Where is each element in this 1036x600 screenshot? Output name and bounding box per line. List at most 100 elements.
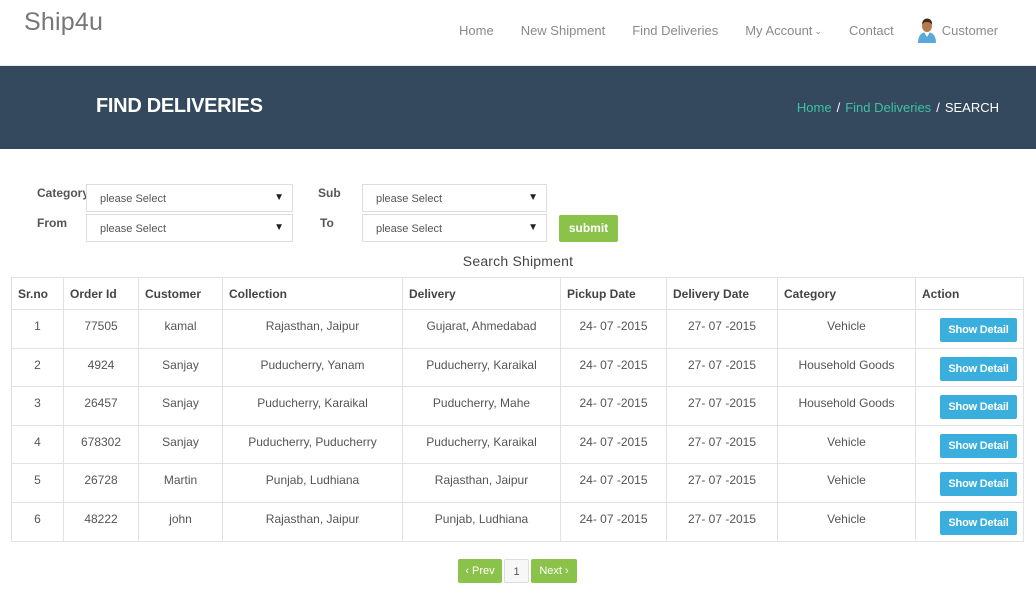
cell-collection: Puducherry, Karaikal: [222, 386, 403, 426]
cell-delivery: Puducherry, Karaikal: [402, 347, 561, 388]
cell-delivery: Puducherry, Mahe: [402, 386, 561, 426]
table-row: 1 77505 kamal Rajasthan, Jaipur Gujarat, Ahm…: [11, 309, 1024, 349]
cell-collection: Rajasthan, Jaipur: [222, 501, 403, 542]
page-number-current[interactable]: 1: [504, 559, 529, 583]
results-title: Search Shipment: [0, 253, 1036, 269]
cell-sr-no: 5: [11, 463, 64, 503]
from-select[interactable]: please Select ▼: [86, 214, 293, 242]
cell-delivery-date: 27- 07 -2015: [666, 347, 778, 388]
cell-pickup-date: 24- 07 -2015: [560, 386, 667, 426]
cell-sr-no: 1: [11, 309, 64, 349]
cell-collection: Punjab, Ludhiana: [222, 463, 403, 503]
cell-order-id: 26457: [63, 386, 139, 426]
cell-action: Show Detail: [915, 424, 1024, 465]
page-title: FIND DELIVERIES: [96, 95, 263, 117]
category-label: Category: [37, 186, 90, 200]
col-collection: Collection: [222, 277, 403, 310]
to-select[interactable]: please Select ▼: [362, 214, 547, 242]
cell-action: Show Detail: [915, 501, 1024, 542]
cell-pickup-date: 24- 07 -2015: [560, 309, 667, 349]
nav-my-account-label: My Account: [745, 22, 813, 38]
cell-action: Show Detail: [915, 347, 1024, 388]
cell-delivery-date: 27- 07 -2015: [666, 424, 778, 465]
show-detail-button[interactable]: Show Detail: [940, 356, 1017, 381]
cell-category: Vehicle: [777, 463, 916, 503]
results-title-text: Search Shipment: [462, 253, 574, 269]
cell-category: Vehicle: [777, 309, 916, 349]
next-page-button[interactable]: Next ›: [531, 559, 577, 583]
col-pickup-date: Pickup Date: [560, 277, 667, 310]
table-body: 1 77505 kamal Rajasthan, Jaipur Gujarat, Ahm…: [11, 309, 1024, 542]
cell-customer: Martin: [138, 463, 223, 503]
cell-category: Household Goods: [777, 347, 916, 388]
show-detail-button[interactable]: Show Detail: [940, 318, 1017, 342]
col-sr-no: Sr.no: [11, 277, 64, 310]
cell-collection: Puducherry, Yanam: [222, 347, 403, 388]
cell-delivery: Rajasthan, Jaipur: [402, 463, 561, 503]
shipments-table: Sr.no Order Id Customer Collection Deliv…: [11, 277, 1024, 542]
top-navbar: Ship4u Home New Shipment Find Deliveries…: [0, 0, 1036, 66]
table-row: 4 678302 Sanjay Puducherry, Puducherry Puduc…: [11, 424, 1024, 465]
cell-delivery: Punjab, Ludhiana: [402, 501, 561, 542]
breadcrumb: Home / Find Deliveries / SEARCH: [797, 100, 999, 115]
cell-delivery-date: 27- 07 -2015: [666, 386, 778, 426]
from-select-value: please Select: [100, 223, 167, 235]
table-row: 3 26457 Sanjay Puducherry, Karaikal Puducher…: [11, 386, 1024, 426]
dropdown-arrow-icon: ▼: [528, 222, 538, 233]
show-detail-button[interactable]: Show Detail: [940, 510, 1017, 535]
col-delivery: Delivery: [402, 277, 561, 310]
cell-order-id: 77505: [63, 309, 139, 349]
show-detail-button[interactable]: Show Detail: [940, 433, 1017, 458]
col-delivery-date: Delivery Date: [666, 277, 778, 310]
cell-delivery: Gujarat, Ahmedabad: [402, 309, 561, 349]
breadcrumb-current: SEARCH: [944, 100, 999, 115]
user-name: Customer: [941, 22, 999, 38]
cell-order-id: 4924: [63, 347, 139, 388]
cell-delivery-date: 27- 07 -2015: [666, 501, 778, 542]
sub-select-value: please Select: [376, 193, 443, 205]
cell-sr-no: 4: [11, 424, 64, 465]
col-action: Action: [915, 277, 1024, 310]
cell-pickup-date: 24- 07 -2015: [560, 347, 667, 388]
cell-delivery-date: 27- 07 -2015: [666, 463, 778, 503]
nav-user-menu[interactable]: Customer: [916, 17, 998, 43]
nav-contact[interactable]: Contact: [849, 23, 894, 38]
show-detail-button[interactable]: Show Detail: [940, 395, 1017, 420]
nav-new-shipment[interactable]: New Shipment: [521, 23, 606, 38]
to-label: To: [320, 216, 334, 230]
sub-label: Sub: [318, 186, 341, 200]
cell-sr-no: 2: [11, 347, 64, 388]
cell-action: Show Detail: [915, 463, 1024, 503]
breadcrumb-find-deliveries[interactable]: Find Deliveries: [845, 100, 931, 115]
cell-category: Vehicle: [777, 501, 916, 542]
table-header-row: Sr.no Order Id Customer Collection Deliv…: [11, 277, 1024, 310]
nav-find-deliveries[interactable]: Find Deliveries: [632, 23, 718, 38]
brand-logo[interactable]: Ship4u: [24, 8, 103, 37]
chevron-down-icon: ⌄: [814, 25, 822, 36]
prev-page-button[interactable]: ‹ Prev: [458, 559, 502, 583]
submit-button[interactable]: submit: [559, 215, 618, 242]
cell-order-id: 26728: [63, 463, 139, 503]
cell-delivery: Puducherry, Karaikal: [402, 424, 561, 465]
cell-collection: Rajasthan, Jaipur: [222, 309, 403, 349]
cell-action: Show Detail: [915, 309, 1024, 349]
table-row: 6 48222 john Rajasthan, Jaipur Punjab, Ludhi…: [11, 501, 1024, 542]
dropdown-arrow-icon: ▼: [528, 192, 538, 203]
nav-my-account[interactable]: My Account ⌄: [745, 23, 822, 38]
table-row: 5 26728 Martin Punjab, Ludhiana Rajasthan, J…: [11, 463, 1024, 503]
table-row: 2 4924 Sanjay Puducherry, Yanam Puducherry, …: [11, 347, 1024, 388]
user-avatar-icon: [916, 17, 938, 43]
dropdown-arrow-icon: ▼: [274, 192, 284, 203]
cell-pickup-date: 24- 07 -2015: [560, 424, 667, 465]
col-order-id: Order Id: [63, 277, 139, 310]
show-detail-button[interactable]: Show Detail: [940, 472, 1017, 497]
cell-action: Show Detail: [915, 386, 1024, 426]
sub-category-select[interactable]: please Select ▼: [362, 184, 547, 212]
breadcrumb-separator: /: [936, 100, 940, 115]
cell-order-id: 48222: [63, 501, 139, 542]
cell-category: Household Goods: [777, 386, 916, 426]
nav-home[interactable]: Home: [459, 23, 494, 38]
breadcrumb-home[interactable]: Home: [797, 100, 832, 115]
category-select[interactable]: please Select ▼: [86, 184, 293, 212]
category-select-value: please Select: [100, 193, 167, 205]
